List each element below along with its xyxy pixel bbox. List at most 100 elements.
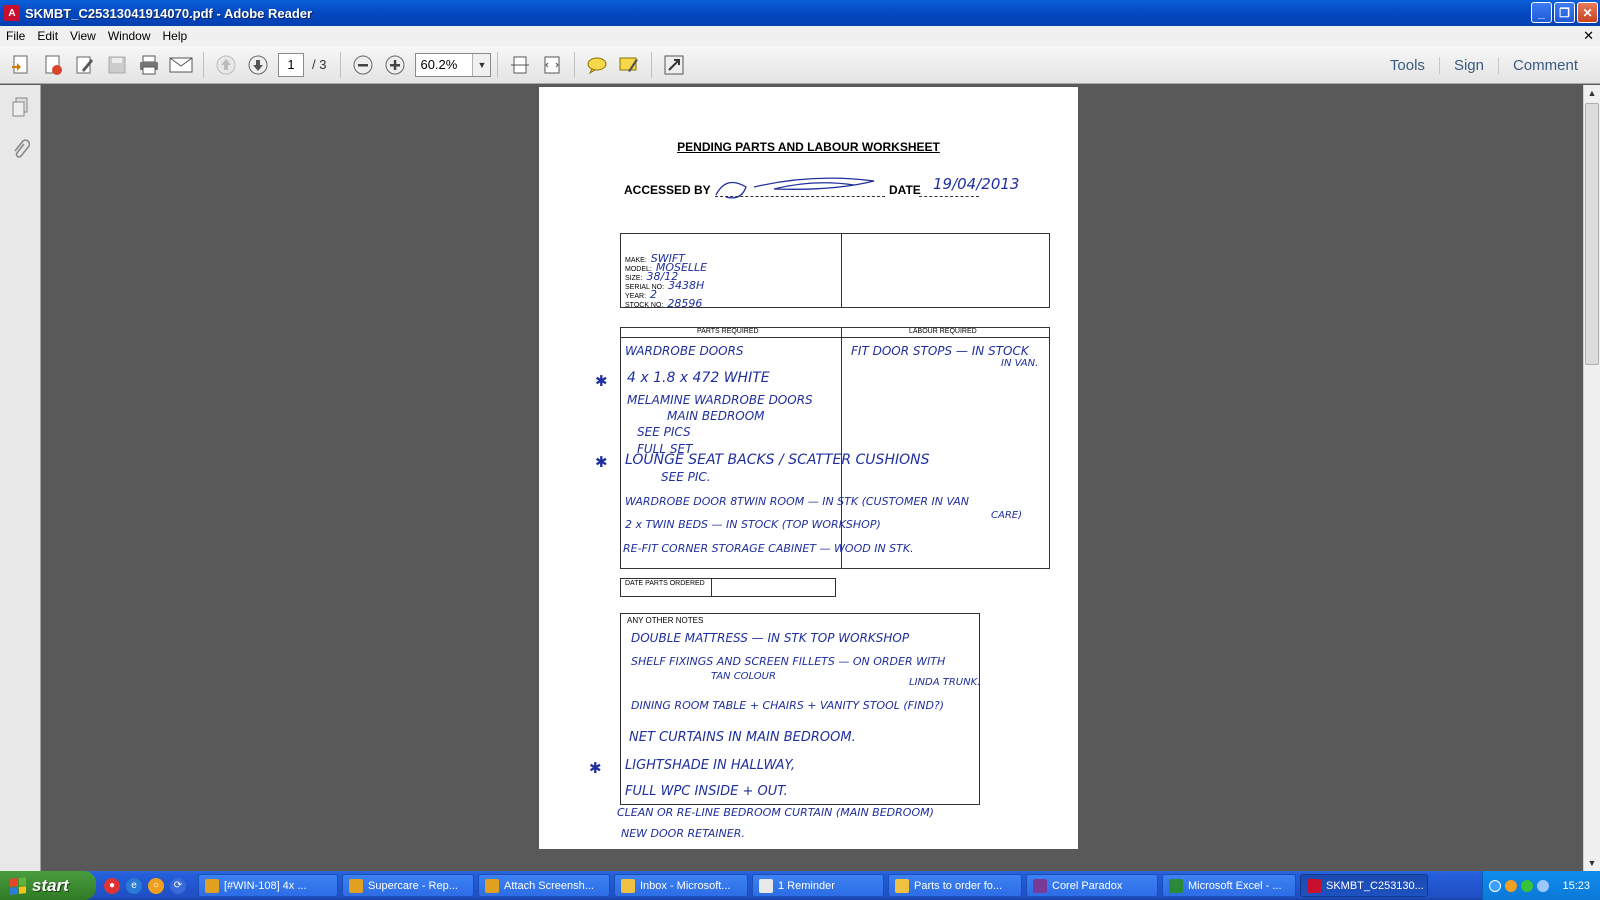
parts-line: 4 x 1.8 x 472 WHITE bbox=[627, 370, 770, 386]
network-icon[interactable] bbox=[1521, 879, 1533, 892]
paradox-icon bbox=[1033, 878, 1047, 893]
menu-help[interactable]: Help bbox=[157, 29, 194, 43]
chrome-icon[interactable]: ● bbox=[104, 877, 120, 894]
combine-files-icon[interactable] bbox=[40, 52, 66, 78]
menu-edit[interactable]: Edit bbox=[31, 29, 64, 43]
notes-line: NEW DOOR RETAINER. bbox=[621, 827, 745, 840]
fit-page-icon[interactable] bbox=[507, 52, 533, 78]
document-viewer[interactable]: PENDING PARTS AND LABOUR WORKSHEET ACCES… bbox=[41, 85, 1583, 871]
scroll-thumb[interactable] bbox=[1585, 103, 1599, 365]
notes-line: SHELF FIXINGS AND SCREEN FILLETS — ON OR… bbox=[631, 655, 946, 668]
parts-line: WARDROBE DOORS bbox=[625, 344, 744, 358]
next-page-icon[interactable] bbox=[245, 52, 271, 78]
parts-line: MAIN BEDROOM bbox=[667, 409, 765, 423]
zoom-value: 60.2% bbox=[420, 57, 458, 72]
monitor-icon[interactable] bbox=[1537, 879, 1549, 892]
chevron-left-icon[interactable] bbox=[1489, 879, 1501, 892]
taskbar: start ● e ○ ⟳ [#WIN-108] 4x ... Supercar… bbox=[0, 871, 1600, 900]
scroll-down-icon[interactable]: ▼ bbox=[1584, 855, 1600, 871]
previous-page-icon[interactable] bbox=[213, 52, 239, 78]
vertical-scrollbar[interactable]: ▲ ▼ bbox=[1583, 85, 1600, 871]
email-icon[interactable] bbox=[168, 52, 194, 78]
parts-required-header: PARTS REQUIRED bbox=[697, 328, 759, 335]
create-pdf-icon[interactable] bbox=[8, 52, 34, 78]
taskbar-item-attach-screenshot[interactable]: Attach Screensh... bbox=[478, 874, 610, 897]
parts-labour-table: PARTS REQUIRED LABOUR REQUIRED WARDROBE … bbox=[620, 327, 1050, 569]
minimize-button[interactable]: _ bbox=[1531, 2, 1552, 23]
windows-logo-icon bbox=[10, 876, 26, 895]
taskbar-item-corel-paradox[interactable]: Corel Paradox bbox=[1026, 874, 1158, 897]
zoom-in-icon[interactable] bbox=[382, 52, 408, 78]
parts-line: CARE) bbox=[991, 510, 1022, 521]
date-parts-ordered-box: DATE PARTS ORDERED bbox=[620, 578, 836, 597]
notes-line: CLEAN OR RE-LINE BEDROOM CURTAIN (MAIN B… bbox=[617, 806, 934, 819]
pane-buttons: Tools Sign Comment bbox=[1376, 46, 1592, 84]
menu-window[interactable]: Window bbox=[102, 29, 157, 43]
close-button[interactable]: ✕ bbox=[1577, 2, 1598, 23]
sticky-note-icon[interactable] bbox=[584, 52, 610, 78]
toolbar-separator bbox=[340, 51, 342, 78]
full-screen-icon[interactable] bbox=[661, 52, 687, 78]
parts-line: RE-FIT CORNER STORAGE CABINET — WOOD IN … bbox=[623, 542, 914, 555]
taskbar-item-excel[interactable]: Microsoft Excel - ... bbox=[1162, 874, 1296, 897]
star-mark: ✱ bbox=[595, 454, 608, 471]
outlook-icon bbox=[621, 878, 635, 893]
print-icon[interactable] bbox=[136, 52, 162, 78]
menu-view[interactable]: View bbox=[64, 29, 102, 43]
taskbar-item-parts-order[interactable]: Parts to order fo... bbox=[888, 874, 1022, 897]
save-icon[interactable] bbox=[104, 52, 130, 78]
internet-explorer-icon[interactable]: e bbox=[126, 877, 142, 894]
window-controls: _ ❐ ✕ bbox=[1531, 2, 1598, 23]
worksheet-title: PENDING PARTS AND LABOUR WORKSHEET bbox=[677, 140, 940, 154]
zoom-select[interactable]: 60.2% ▼ bbox=[415, 52, 492, 77]
envelope-icon bbox=[895, 878, 909, 893]
toolbar-separator bbox=[574, 51, 576, 78]
highlight-text-icon[interactable] bbox=[616, 52, 642, 78]
parts-line: SEE PICS bbox=[637, 425, 691, 439]
page-total: / 3 bbox=[312, 57, 327, 72]
comment-pane-button[interactable]: Comment bbox=[1497, 56, 1592, 74]
window-title: SKMBT_C25313041914070.pdf - Adobe Reader bbox=[25, 5, 313, 21]
parts-line: 2 x TWIN BEDS — IN STOCK (TOP WORKSHOP) bbox=[625, 518, 881, 531]
excel-icon bbox=[1169, 878, 1183, 893]
attachments-icon[interactable] bbox=[8, 137, 32, 161]
tools-pane-button[interactable]: Tools bbox=[1376, 57, 1439, 74]
quick-launch-icon[interactable]: ⟳ bbox=[170, 877, 186, 894]
quick-launch: ● e ○ ⟳ bbox=[96, 877, 194, 894]
date-value: 19/04/2013 bbox=[933, 175, 1020, 193]
sign-pane-button[interactable]: Sign bbox=[1438, 56, 1498, 74]
scroll-up-icon[interactable]: ▲ bbox=[1584, 85, 1600, 101]
zoom-out-icon[interactable] bbox=[350, 52, 376, 78]
parts-line: SEE PIC. bbox=[661, 470, 711, 484]
vehicle-details-box: MAKE: SWIFT MODEL: MOSELLE SIZE: 38/12 S… bbox=[620, 233, 1050, 310]
labour-line: IN VAN. bbox=[1001, 358, 1039, 369]
chrome-icon bbox=[205, 878, 219, 893]
close-document-icon[interactable]: ✕ bbox=[1583, 28, 1594, 44]
notes-line: DOUBLE MATTRESS — IN STK TOP WORKSHOP bbox=[631, 631, 910, 645]
start-button[interactable]: start bbox=[0, 871, 96, 900]
edit-pdf-icon[interactable] bbox=[72, 52, 98, 78]
title-bar: A SKMBT_C25313041914070.pdf - Adobe Read… bbox=[0, 0, 1600, 26]
taskbar-item-inbox[interactable]: Inbox - Microsoft... bbox=[614, 874, 748, 897]
outlook-icon[interactable]: ○ bbox=[148, 877, 164, 894]
restore-button[interactable]: ❐ bbox=[1554, 2, 1575, 23]
fit-width-icon[interactable] bbox=[539, 52, 565, 78]
page-number-input[interactable]: 1 bbox=[278, 52, 304, 77]
page-thumbnails-icon[interactable] bbox=[8, 95, 32, 119]
taskbar-item-adobe-reader[interactable]: SKMBT_C253130... bbox=[1300, 874, 1428, 897]
chevron-down-icon[interactable]: ▼ bbox=[472, 53, 491, 76]
taskbar-item-win108[interactable]: [#WIN-108] 4x ... bbox=[198, 874, 338, 897]
date-line bbox=[919, 196, 979, 197]
pdf-page: PENDING PARTS AND LABOUR WORKSHEET ACCES… bbox=[539, 87, 1078, 849]
taskbar-item-supercare[interactable]: Supercare - Rep... bbox=[342, 874, 474, 897]
vehicle-stock: STOCK NO: 28596 bbox=[625, 297, 703, 310]
notes-line: NET CURTAINS IN MAIN BEDROOM. bbox=[629, 730, 856, 745]
notes-line: DINING ROOM TABLE + CHAIRS + VANITY STOO… bbox=[631, 699, 945, 712]
taskbar-item-reminder[interactable]: 1 Reminder bbox=[752, 874, 884, 897]
menu-file[interactable]: File bbox=[0, 29, 31, 43]
parts-line: LOUNGE SEAT BACKS / SCATTER CUSHIONS bbox=[625, 452, 930, 468]
navigation-panel bbox=[0, 85, 41, 871]
star-mark: ✱ bbox=[589, 760, 602, 777]
outlook-tray-icon[interactable] bbox=[1505, 879, 1517, 892]
signature-image bbox=[715, 177, 875, 199]
